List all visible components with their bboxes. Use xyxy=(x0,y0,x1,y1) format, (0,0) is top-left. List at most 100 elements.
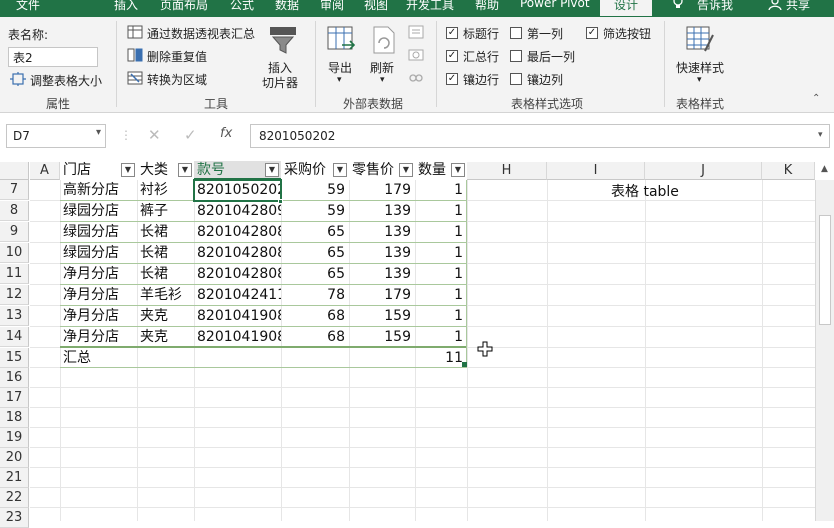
cell-sku[interactable]: 8201042808 xyxy=(194,264,281,284)
vertical-scrollbar[interactable]: ▲ xyxy=(815,164,834,521)
remove-duplicates-button[interactable]: 删除重复值 xyxy=(147,48,207,65)
row-header[interactable]: 14 xyxy=(0,327,29,347)
pivot-summary-button[interactable]: 通过数据透视表汇总 xyxy=(147,25,255,42)
tab-review[interactable]: 审阅 xyxy=(320,0,344,13)
share-button[interactable]: 共享 xyxy=(786,0,810,13)
tab-data[interactable]: 数据 xyxy=(275,0,299,13)
cell-retail[interactable]: 159 xyxy=(349,306,415,326)
column-header-a[interactable]: A xyxy=(30,162,60,180)
row-header[interactable]: 20 xyxy=(0,448,29,468)
check-icon[interactable]: ✓ xyxy=(184,126,197,144)
scrollbar-thumb[interactable] xyxy=(819,215,831,325)
row-header[interactable]: 23 xyxy=(0,508,29,528)
cell-category[interactable]: 裤子 xyxy=(137,201,194,221)
properties-icon[interactable] xyxy=(408,25,424,42)
cell-retail[interactable]: 179 xyxy=(349,180,415,200)
fill-handle[interactable] xyxy=(278,199,283,204)
cell-qty[interactable]: 1 xyxy=(415,285,467,305)
cell-qty[interactable]: 1 xyxy=(415,222,467,242)
filter-dropdown-icon[interactable]: ▼ xyxy=(399,163,413,177)
row-header[interactable]: 22 xyxy=(0,488,29,508)
cell-store[interactable]: 绿园分店 xyxy=(60,201,137,221)
row-header[interactable]: 17 xyxy=(0,388,29,408)
first-column-checkbox[interactable] xyxy=(510,27,522,39)
cell-sku[interactable]: 8201042808 xyxy=(194,222,281,242)
cell-category[interactable]: 羊毛衫 xyxy=(137,285,194,305)
tab-view[interactable]: 视图 xyxy=(364,0,388,13)
column-header-j[interactable]: J xyxy=(645,162,762,180)
header-row-checkbox[interactable]: ✓ xyxy=(446,27,458,39)
cell-store[interactable]: 绿园分店 xyxy=(60,222,137,242)
cell-retail[interactable]: 159 xyxy=(349,327,415,347)
cell-retail[interactable]: 139 xyxy=(349,243,415,263)
filter-button-checkbox[interactable]: ✓ xyxy=(586,27,598,39)
lightbulb-icon[interactable] xyxy=(672,0,684,13)
cell-qty[interactable]: 1 xyxy=(415,306,467,326)
row-header[interactable]: 7 xyxy=(0,180,29,200)
cell-store[interactable]: 高新分店 xyxy=(60,180,137,200)
unlink-icon[interactable] xyxy=(408,71,424,88)
banded-columns-checkbox[interactable] xyxy=(510,73,522,85)
tab-power-pivot[interactable]: Power Pivot xyxy=(520,0,590,10)
cell-purchase[interactable]: 78 xyxy=(281,285,349,305)
select-all-corner[interactable] xyxy=(0,162,29,180)
tell-me-label[interactable]: 告诉我 xyxy=(697,0,733,13)
tab-file[interactable]: 文件 xyxy=(16,0,40,13)
cell-store[interactable]: 净月分店 xyxy=(60,306,137,326)
tab-formulas[interactable]: 公式 xyxy=(230,0,254,13)
cell-qty[interactable]: 1 xyxy=(415,180,467,200)
cell-retail[interactable]: 139 xyxy=(349,222,415,242)
cell-store[interactable]: 净月分店 xyxy=(60,264,137,284)
row-header[interactable]: 13 xyxy=(0,306,29,326)
row-header[interactable]: 10 xyxy=(0,243,29,263)
total-row-checkbox[interactable]: ✓ xyxy=(446,50,458,62)
cell-retail[interactable]: 179 xyxy=(349,285,415,305)
row-header[interactable]: 12 xyxy=(0,285,29,305)
column-header-h[interactable]: H xyxy=(467,162,547,180)
export-button[interactable]: 导出 xyxy=(328,59,352,76)
cell-purchase[interactable]: 68 xyxy=(281,327,349,347)
chevron-down-icon[interactable]: ▾ xyxy=(96,127,101,138)
cell-store[interactable]: 净月分店 xyxy=(60,285,137,305)
convert-to-range-button[interactable]: 转换为区域 xyxy=(147,71,207,88)
tab-page-layout[interactable]: 页面布局 xyxy=(160,0,208,13)
cell-store[interactable]: 净月分店 xyxy=(60,327,137,347)
cell-category[interactable]: 夹克 xyxy=(137,306,194,326)
cell-sku[interactable]: 8201042411 xyxy=(194,285,281,305)
row-header[interactable]: 15 xyxy=(0,348,29,368)
cell-retail[interactable]: 139 xyxy=(349,264,415,284)
quick-styles-button[interactable]: 快速样式 xyxy=(676,59,724,76)
cell-sku[interactable]: 8201041908 xyxy=(194,327,281,347)
cell-store[interactable]: 绿园分店 xyxy=(60,243,137,263)
expand-formula-icon[interactable]: ▾ xyxy=(818,130,823,140)
insert-slicer-line2[interactable]: 切片器 xyxy=(262,74,298,91)
filter-dropdown-icon[interactable]: ▼ xyxy=(333,163,347,177)
chevron-down-icon[interactable]: ▾ xyxy=(337,75,342,85)
resize-table-button[interactable]: 调整表格大小 xyxy=(30,72,102,89)
column-header-i[interactable]: I xyxy=(547,162,645,180)
cell-purchase[interactable]: 59 xyxy=(281,180,349,200)
filter-dropdown-icon[interactable]: ▼ xyxy=(451,163,465,177)
cell-purchase[interactable]: 65 xyxy=(281,264,349,284)
filter-dropdown-icon[interactable]: ▼ xyxy=(121,163,135,177)
open-in-browser-icon[interactable] xyxy=(408,48,424,65)
cell-category[interactable]: 长裙 xyxy=(137,243,194,263)
tab-design[interactable]: 设计 xyxy=(600,0,653,16)
filter-dropdown-icon[interactable]: ▼ xyxy=(178,163,192,177)
cell-purchase[interactable]: 68 xyxy=(281,306,349,326)
row-header[interactable]: 8 xyxy=(0,201,29,221)
chevron-down-icon[interactable]: ▾ xyxy=(697,75,702,85)
cell-qty[interactable]: 1 xyxy=(415,201,467,221)
cell-category[interactable]: 夹克 xyxy=(137,327,194,347)
last-column-checkbox[interactable] xyxy=(510,50,522,62)
cell-category[interactable]: 衬衫 xyxy=(137,180,194,200)
cell-purchase[interactable]: 65 xyxy=(281,222,349,242)
row-header[interactable]: 11 xyxy=(0,264,29,284)
note-text[interactable]: 表格 table xyxy=(611,182,731,202)
cell-sku[interactable]: 8201042808 xyxy=(194,243,281,263)
tab-insert[interactable]: 插入 xyxy=(114,0,138,13)
cancel-icon[interactable]: ✕ xyxy=(148,126,161,144)
cell-category[interactable]: 长裙 xyxy=(137,264,194,284)
formula-input[interactable]: 8201050202 xyxy=(250,124,830,148)
total-qty[interactable]: 11 xyxy=(415,348,467,368)
